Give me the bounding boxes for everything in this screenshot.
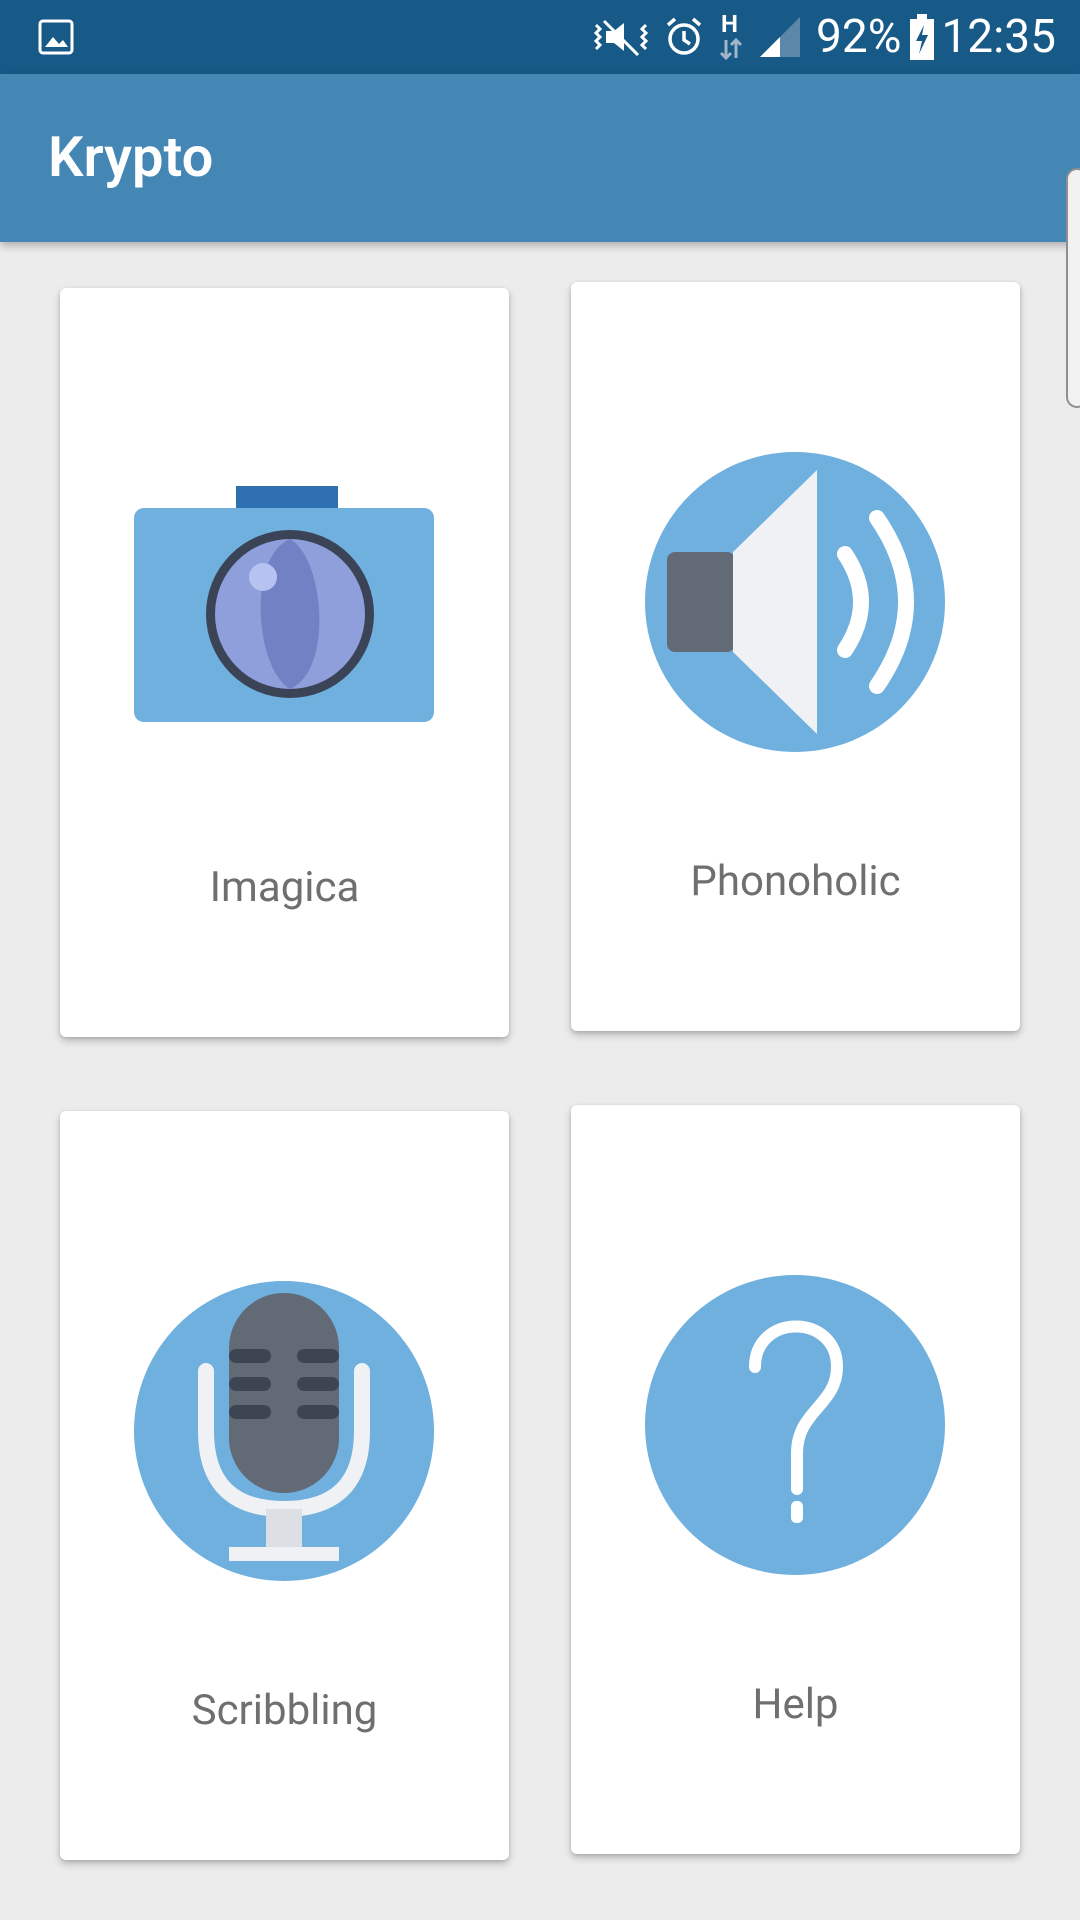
battery-charging-icon: [910, 14, 935, 60]
clock: 12:35: [941, 10, 1056, 64]
card-help[interactable]: Help: [571, 1105, 1020, 1854]
card-scribbling[interactable]: Scribbling: [60, 1111, 509, 1860]
card-label: Phonoholic: [690, 857, 901, 906]
vibrate-mute-icon: [593, 19, 649, 57]
microphone-icon: [134, 1281, 434, 1581]
card-phonoholic[interactable]: Phonoholic: [571, 282, 1020, 1031]
alarm-icon: [666, 17, 702, 55]
network-type-label: H: [721, 10, 738, 38]
camera-icon: [134, 486, 434, 722]
signal-icon: [760, 17, 801, 57]
card-label: Scribbling: [191, 1686, 378, 1735]
card-label: Imagica: [209, 863, 360, 912]
gallery-icon: [38, 19, 74, 55]
network-h-icon: H: [718, 10, 744, 62]
speaker-icon: [645, 452, 945, 752]
edge-panel-handle[interactable]: [1066, 168, 1080, 408]
card-imagica[interactable]: Imagica: [60, 288, 509, 1037]
question-mark-icon: [645, 1275, 945, 1575]
status-bar: H 92% 12:35: [0, 0, 1080, 74]
app-title: Krypto: [48, 124, 214, 190]
battery-percent: 92%: [816, 10, 902, 64]
card-label: Help: [752, 1680, 839, 1729]
app-bar: Krypto: [0, 74, 1080, 242]
